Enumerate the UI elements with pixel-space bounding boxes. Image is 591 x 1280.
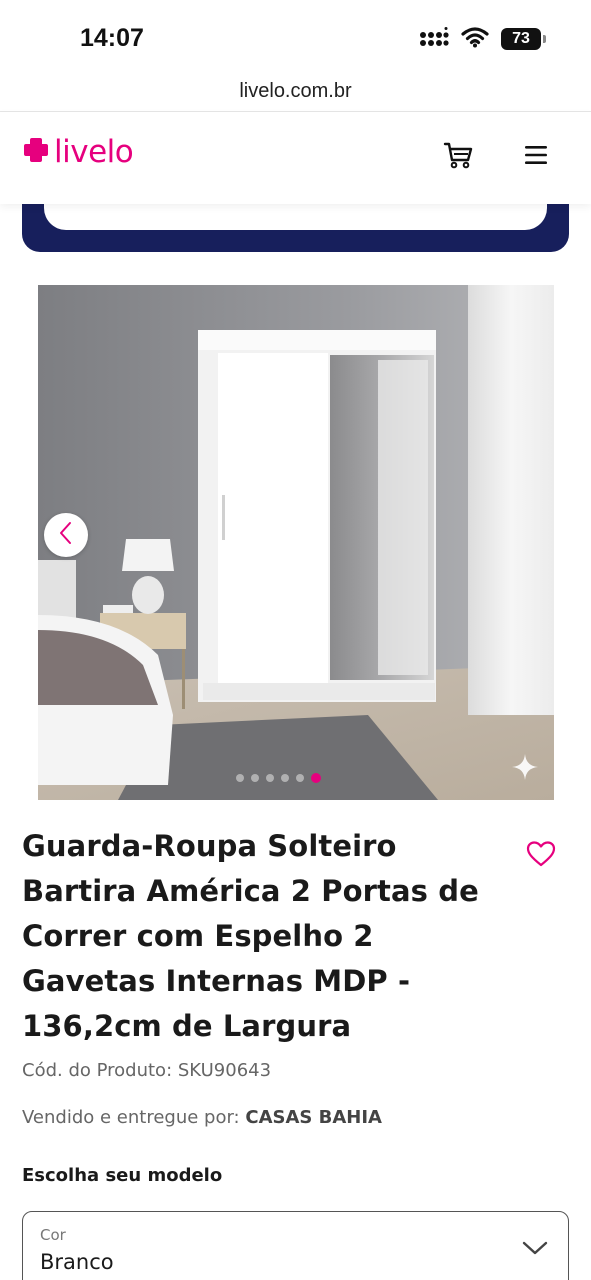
promo-banner: [22, 204, 569, 252]
color-select[interactable]: Cor Branco: [22, 1211, 569, 1280]
url-bar[interactable]: livelo.com.br: [0, 74, 591, 112]
wifi-icon: [461, 26, 489, 52]
product-image-carousel[interactable]: [38, 285, 554, 800]
carousel-dot-active[interactable]: [311, 773, 321, 783]
signal-icon: [419, 27, 449, 51]
chevron-down-icon: [522, 1240, 548, 1260]
livelo-logo-icon: [22, 136, 50, 168]
status-icons: 73: [419, 26, 546, 52]
cart-icon[interactable]: [443, 140, 473, 174]
favorite-button[interactable]: [526, 840, 556, 872]
logo-text: livelo: [54, 134, 134, 170]
product-image: [38, 285, 554, 800]
livelo-logo[interactable]: livelo: [22, 134, 134, 170]
model-heading: Escolha seu modelo: [22, 1165, 223, 1186]
sku-label: Cód. do Produto:: [22, 1060, 173, 1081]
carousel-dot[interactable]: [296, 774, 304, 782]
promo-banner-inner: [44, 204, 547, 230]
menu-icon[interactable]: [524, 145, 548, 169]
carousel-dot[interactable]: [281, 774, 289, 782]
battery-icon: 73: [501, 28, 546, 50]
carousel-dot[interactable]: [251, 774, 259, 782]
product-seller: Vendido e entregue por: CASAS BAHIA: [22, 1107, 382, 1128]
carousel-dot[interactable]: [236, 774, 244, 782]
product-title: Guarda-Roupa Solteiro Bartira América 2 …: [22, 829, 479, 1043]
sku-value: SKU90643: [177, 1060, 272, 1081]
status-bar: 14:07 73: [0, 0, 591, 74]
seller-label: Vendido e entregue por:: [22, 1107, 240, 1128]
chevron-left-icon: [59, 521, 73, 549]
product-sku: Cód. do Produto: SKU90643: [22, 1060, 271, 1081]
status-time: 14:07: [80, 24, 144, 52]
site-header: livelo: [0, 112, 591, 204]
sparkle-icon: [512, 754, 538, 784]
carousel-dots: [236, 773, 321, 783]
color-select-label: Cor: [40, 1226, 66, 1244]
seller-name: CASAS BAHIA: [245, 1107, 382, 1128]
carousel-dot[interactable]: [266, 774, 274, 782]
carousel-prev-button[interactable]: [44, 513, 88, 557]
heart-icon: [526, 841, 556, 872]
color-select-value: Branco: [40, 1250, 114, 1274]
